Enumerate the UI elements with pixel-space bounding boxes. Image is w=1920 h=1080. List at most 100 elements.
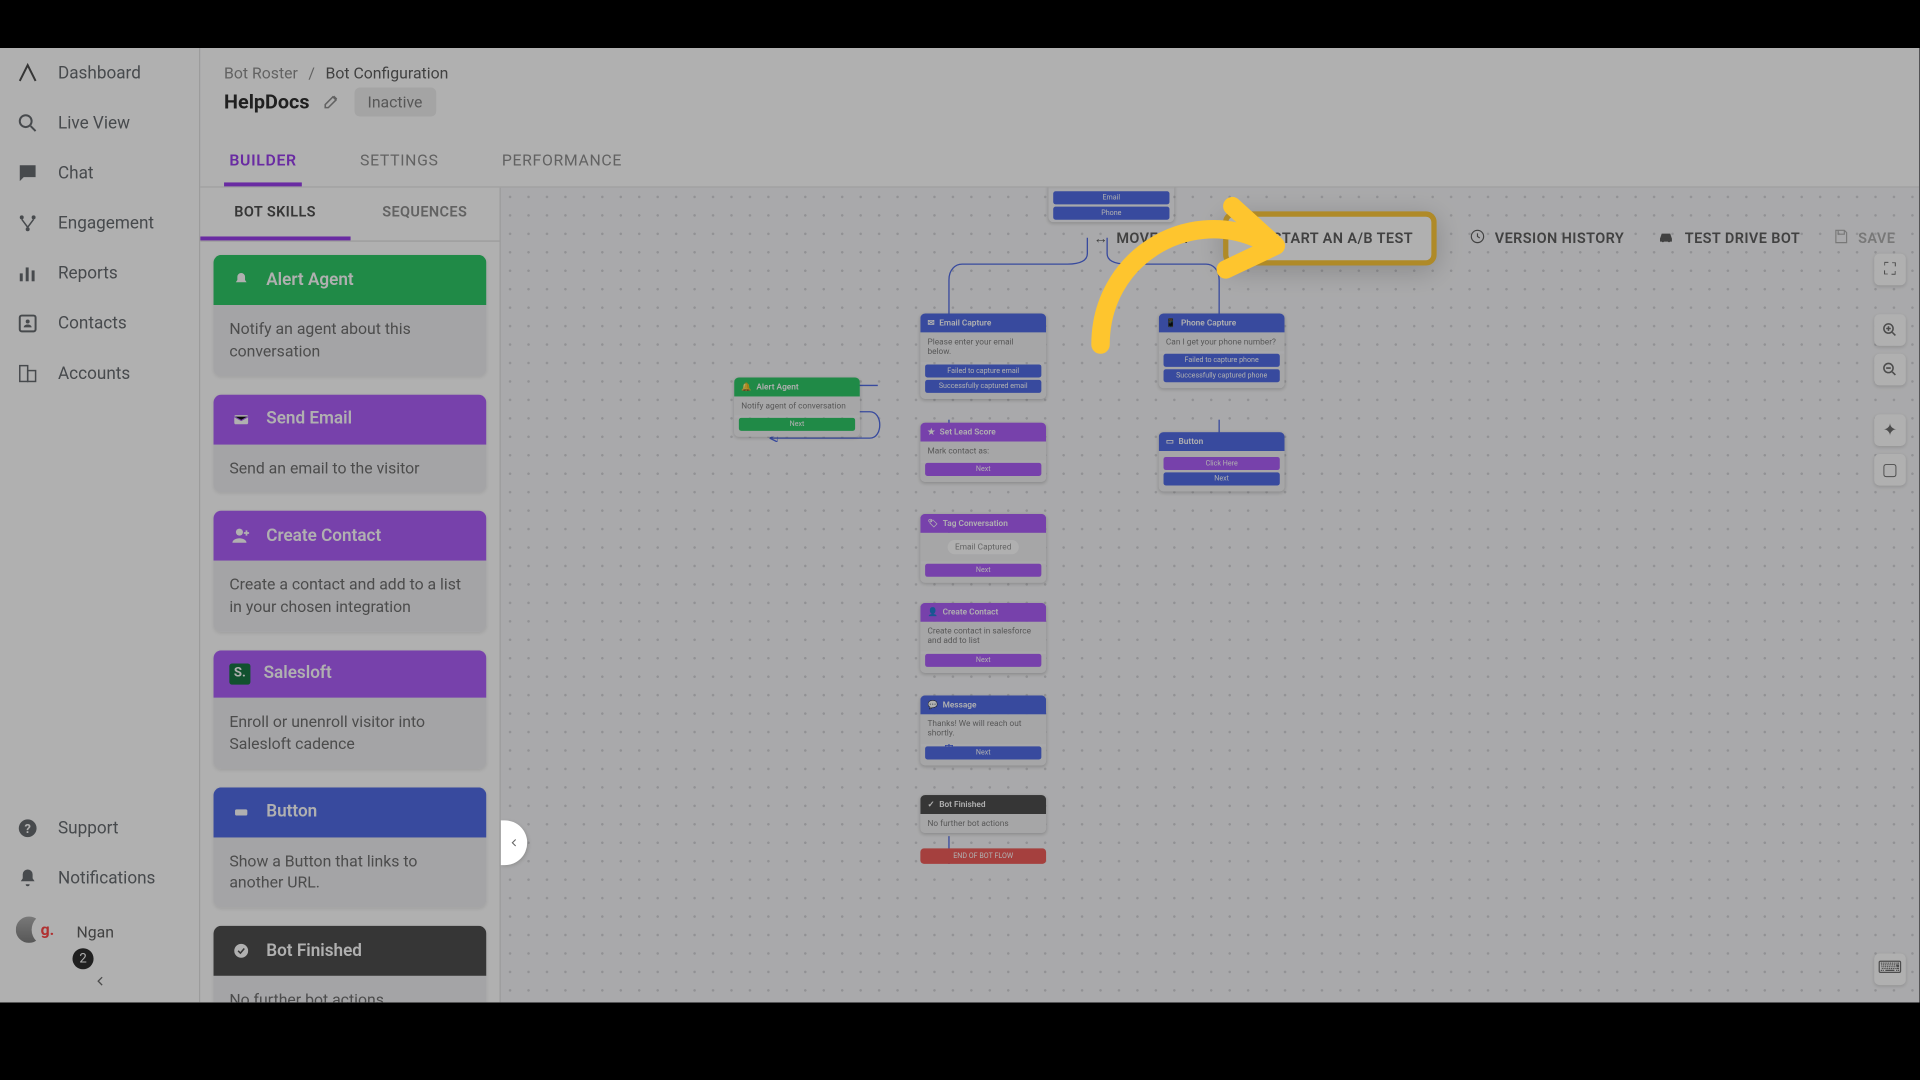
- breadcrumb-current: Bot Configuration: [326, 64, 449, 82]
- flow-end-bar: END OF BOT FLOW: [920, 848, 1046, 863]
- magic-button[interactable]: ✦: [1874, 414, 1906, 446]
- check-circle-icon: [229, 939, 253, 963]
- flow-node-message[interactable]: 💬Message Thanks! We will reach out short…: [920, 695, 1046, 765]
- nav-label: Notifications: [58, 868, 155, 888]
- person-icon: [16, 312, 40, 336]
- check-circle-icon: ✓: [927, 800, 934, 809]
- user-row[interactable]: g. Ngan 2: [0, 903, 199, 961]
- car-icon: [1656, 227, 1677, 249]
- center-button[interactable]: ▢: [1874, 454, 1906, 486]
- user-badge: 2: [72, 948, 93, 969]
- breadcrumb-sep: /: [308, 64, 315, 82]
- logo-icon: [16, 61, 40, 85]
- skill-button[interactable]: Button Show a Button that links to anoth…: [214, 787, 487, 908]
- start-ab-test-button[interactable]: START AN A/B TEST: [1223, 211, 1437, 265]
- status-chip: Inactive: [354, 88, 435, 117]
- skill-create-contact[interactable]: Create Contact Create a contact and add …: [214, 511, 487, 632]
- nav-label: Live View: [58, 113, 130, 133]
- main-tabs: BUILDER SETTINGS PERFORMANCE: [224, 138, 1895, 187]
- flow-node-start[interactable]: to be contacted? Email Phone: [1048, 188, 1174, 223]
- tab-settings[interactable]: SETTINGS: [355, 138, 444, 187]
- version-history-button[interactable]: VERSION HISTORY: [1468, 227, 1624, 249]
- building-icon: [16, 362, 40, 386]
- nav-dashboard[interactable]: Dashboard: [0, 48, 199, 98]
- bell-icon: [16, 866, 40, 890]
- phone-icon: 📱: [1166, 318, 1176, 327]
- nav-label: Dashboard: [58, 63, 141, 83]
- nav-chat[interactable]: Chat: [0, 148, 199, 198]
- help-icon: ?: [16, 816, 40, 840]
- avatar-initial: g.: [32, 914, 64, 946]
- move-bot-button[interactable]: ↔ MOVE BOT: [1094, 230, 1191, 247]
- skill-alert-agent[interactable]: Alert Agent Notify an agent about this c…: [214, 255, 487, 376]
- sidebar-collapse[interactable]: [0, 961, 199, 1002]
- save-icon: [1832, 227, 1850, 249]
- svg-text:?: ?: [24, 822, 30, 837]
- keyboard-button[interactable]: ⌨: [1874, 953, 1906, 985]
- flow-node-email-capture[interactable]: ✉Email Capture Please enter your email b…: [920, 313, 1046, 398]
- bell-fill-icon: 🔔: [741, 382, 751, 391]
- sidebar: Dashboard Live View Chat Engagement Repo…: [0, 48, 200, 1002]
- fullscreen-button[interactable]: ⛶: [1874, 254, 1906, 286]
- nav-live-view[interactable]: Live View: [0, 98, 199, 148]
- history-icon: [1468, 227, 1486, 249]
- bot-title: HelpDocs: [224, 90, 309, 114]
- nav-label: Reports: [58, 263, 118, 283]
- nav-engagement[interactable]: Engagement: [0, 198, 199, 248]
- skills-list: Alert Agent Notify an agent about this c…: [200, 242, 499, 1002]
- flow-canvas[interactable]: ↔ MOVE BOT START AN A/B TEST VERSION HIS…: [501, 188, 1919, 1003]
- flask-icon: [1246, 227, 1264, 249]
- button-icon: [229, 800, 253, 824]
- breadcrumb: Bot Roster / Bot Configuration: [224, 64, 1895, 82]
- move-icon: ↔: [1094, 230, 1109, 247]
- person-add-icon: 👤: [927, 608, 937, 617]
- flow-node-alert-agent[interactable]: 🔔Alert Agent Notify agent of conversatio…: [734, 378, 860, 438]
- breadcrumb-parent[interactable]: Bot Roster: [224, 64, 298, 82]
- nav-notifications[interactable]: Notifications: [0, 853, 199, 903]
- mail-icon: [229, 407, 253, 431]
- nav-label: Chat: [58, 163, 94, 183]
- flow-node-create-contact[interactable]: 👤Create Contact Create contact in salesf…: [920, 603, 1046, 673]
- eye-icon: [16, 111, 40, 135]
- chat-icon: [16, 161, 40, 185]
- flow-node-lead-score[interactable]: ★Set Lead Score Mark contact as: Next: [920, 423, 1046, 483]
- chat-icon: 💬: [927, 700, 937, 709]
- save-button[interactable]: SAVE: [1832, 227, 1895, 249]
- bell-fill-icon: [229, 268, 253, 292]
- flow-node-finished[interactable]: ✓Bot Finished No further bot actions: [920, 795, 1046, 833]
- branch-icon: [16, 211, 40, 235]
- nav-label: Contacts: [58, 314, 127, 334]
- skill-send-email[interactable]: Send Email Send an email to the visitor: [214, 394, 487, 493]
- tab-performance[interactable]: PERFORMANCE: [497, 138, 628, 187]
- skills-panel: BOT SKILLS SEQUENCES Alert Agent Notify …: [200, 188, 501, 1003]
- user-name: Ngan: [76, 923, 114, 941]
- edit-icon[interactable]: [323, 90, 341, 115]
- tab-bot-skills[interactable]: BOT SKILLS: [200, 188, 350, 241]
- skill-bot-finished[interactable]: Bot Finished No further bot actions: [214, 926, 487, 1002]
- mail-icon: ✉: [927, 318, 934, 327]
- tab-builder[interactable]: BUILDER: [224, 138, 302, 187]
- zoom-out-button[interactable]: [1874, 354, 1906, 386]
- nav-label: Accounts: [58, 364, 130, 384]
- flow-node-button[interactable]: ▭Button Click HereNext: [1159, 432, 1285, 491]
- bar-chart-icon: [16, 262, 40, 286]
- canvas-toolbar: ↔ MOVE BOT START AN A/B TEST VERSION HIS…: [1094, 211, 1896, 265]
- nav-label: Engagement: [58, 213, 154, 233]
- nav-accounts[interactable]: Accounts: [0, 349, 199, 399]
- test-drive-button[interactable]: TEST DRIVE BOT: [1656, 227, 1800, 249]
- flow-node-phone-capture[interactable]: 📱Phone Capture Can I get your phone numb…: [1159, 313, 1285, 388]
- star-icon: ★: [927, 427, 934, 436]
- person-add-icon: [229, 524, 253, 548]
- nav-label: Support: [58, 818, 118, 838]
- skill-salesloft[interactable]: S.Salesloft Enroll or unenroll visitor i…: [214, 650, 487, 768]
- flow-node-tag-conversation[interactable]: 🏷Tag Conversation Email Captured Next: [920, 514, 1046, 583]
- header: Bot Roster / Bot Configuration HelpDocs …: [200, 48, 1919, 188]
- salesloft-icon: S.: [229, 663, 250, 684]
- zoom-in-button[interactable]: [1874, 314, 1906, 346]
- nav-reports[interactable]: Reports: [0, 248, 199, 298]
- nav-contacts[interactable]: Contacts: [0, 298, 199, 348]
- nav-support[interactable]: ? Support: [0, 803, 199, 853]
- tag-icon: 🏷: [927, 519, 938, 528]
- button-icon: ▭: [1166, 437, 1174, 446]
- tab-sequences[interactable]: SEQUENCES: [350, 188, 500, 241]
